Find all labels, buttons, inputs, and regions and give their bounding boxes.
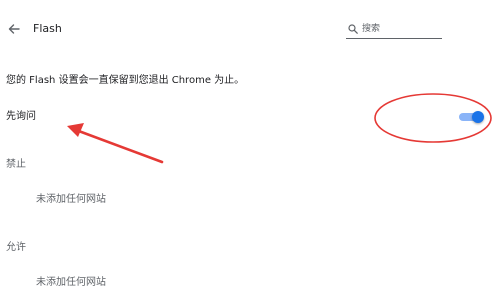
arrow-back-icon (8, 24, 20, 34)
blocked-heading: 禁止 (6, 159, 26, 170)
annotation-arrowhead (67, 123, 84, 137)
search-input[interactable] (362, 22, 440, 36)
blocked-empty-message: 未添加任何网站 (36, 194, 106, 205)
flash-settings-info: 您的 Flash 设置会一直保留到您退出 Chrome 为止。 (6, 75, 245, 86)
toggle-knob (472, 111, 484, 123)
search-field[interactable] (346, 22, 442, 39)
allowed-heading: 允许 (6, 242, 26, 253)
search-icon (348, 24, 358, 34)
ask-first-toggle[interactable] (459, 111, 485, 123)
page-header: Flash (0, 0, 495, 56)
annotation-arrow (74, 128, 164, 164)
allowed-empty-message: 未添加任何网站 (36, 277, 106, 288)
ask-first-label: 先询问 (6, 111, 36, 122)
back-button[interactable] (6, 21, 22, 37)
page-title: Flash (33, 22, 62, 35)
